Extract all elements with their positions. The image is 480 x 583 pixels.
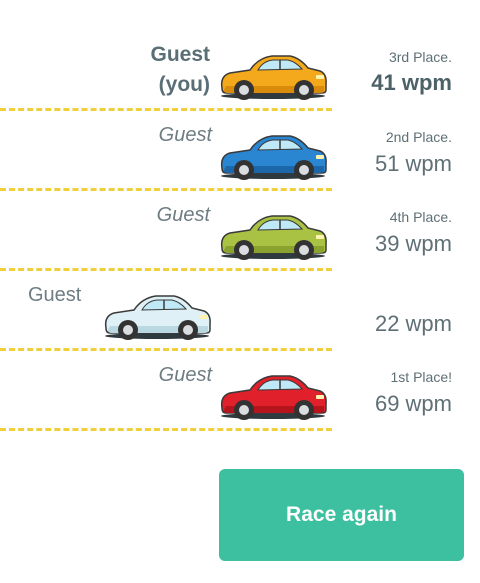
wpm-value: 51 wpm [374,151,452,176]
place-label: 2nd Place. [385,129,452,145]
racer-name-line2: (you) [158,73,210,96]
racer-name: Guest [158,364,212,386]
car-icon [220,215,327,260]
car-icon [104,295,211,340]
racer-name: Guest [28,284,82,306]
lane-divider [0,348,332,351]
car-icon [220,135,327,180]
lane-divider [0,268,332,271]
car-icon [220,375,327,420]
wpm-value: 69 wpm [374,391,452,416]
place-label: 1st Place! [390,369,452,385]
racer-name: Guest (you) [150,40,210,100]
wpm-value: 22 wpm [374,311,452,336]
lane-divider [0,108,332,111]
racer-name-line1: Guest [150,43,210,66]
car-icon [220,55,327,100]
lane-divider [0,428,332,431]
wpm-value: 41 wpm [371,70,452,95]
wpm-value: 39 wpm [374,231,452,256]
place-label: 3rd Place. [388,49,452,65]
place-label: 4th Place. [389,209,452,225]
racer-name: Guest [156,204,210,226]
race-again-button[interactable]: Race again [219,469,464,561]
racer-name: Guest [158,124,212,146]
lane-divider [0,188,332,191]
